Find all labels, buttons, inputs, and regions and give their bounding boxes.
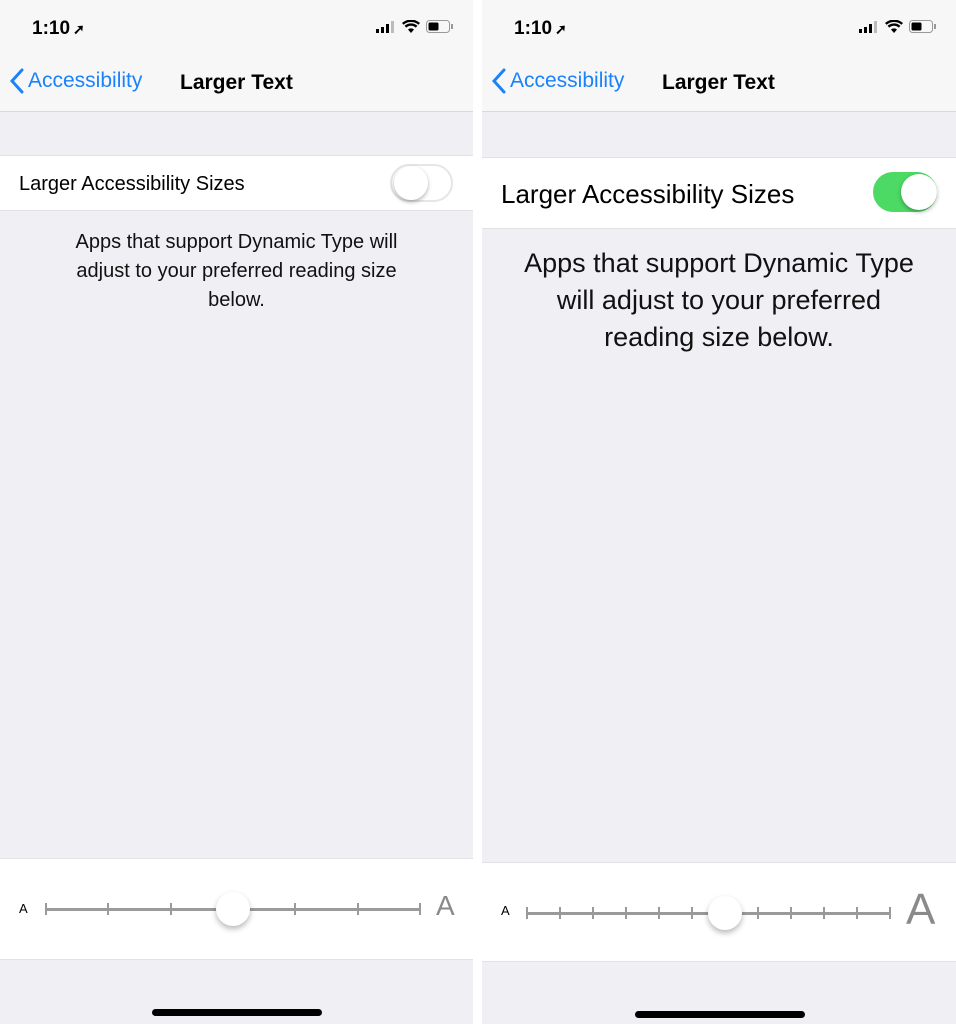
battery-icon <box>426 20 453 33</box>
page-title: Larger Text <box>662 71 775 94</box>
toggle-knob <box>901 174 937 210</box>
slider-tick <box>294 903 297 915</box>
chevron-left-icon <box>492 68 506 94</box>
screen-right: 1:10 ➚ Accessibility Larger Text Larger A… <box>482 0 956 1024</box>
wifi-icon <box>885 20 903 33</box>
back-label: Accessibility <box>510 69 625 92</box>
slider-tick <box>559 907 561 919</box>
battery-icon <box>909 20 936 33</box>
large-text-label: A <box>436 890 455 921</box>
slider-tick <box>592 907 594 919</box>
slider-tick <box>823 907 825 919</box>
slider-tick <box>757 907 759 919</box>
location-arrow-icon: ➚ <box>555 21 567 37</box>
navigation-bar: Accessibility Larger Text <box>482 56 956 112</box>
slider-tick <box>790 907 792 919</box>
large-text-label: A <box>906 885 936 934</box>
slider-tick <box>625 907 627 919</box>
home-indicator <box>635 1011 805 1018</box>
status-bar: 1:10 ➚ <box>482 0 956 56</box>
screen-left: 1:10 ➚ Accessibility Larger Text Larger A… <box>0 0 473 1024</box>
text-size-slider[interactable] <box>45 892 421 926</box>
slider-thumb[interactable] <box>708 896 742 930</box>
slider-tick <box>107 903 110 915</box>
description-text: Apps that support Dynamic Type will adju… <box>75 231 398 311</box>
slider-tick <box>356 903 359 915</box>
slider-tick <box>45 903 47 915</box>
slider-tick <box>419 903 421 915</box>
back-button[interactable]: Accessibility <box>492 68 624 94</box>
toggle-label: Larger Accessibility Sizes <box>19 172 245 195</box>
chevron-left-icon <box>10 68 24 94</box>
description-text: Apps that support Dynamic Type will adju… <box>524 248 914 352</box>
cellular-signal-icon <box>859 20 877 33</box>
home-indicator <box>152 1009 322 1016</box>
slider-tick <box>658 907 660 919</box>
status-bar: 1:10 ➚ <box>0 0 473 56</box>
larger-accessibility-sizes-toggle[interactable] <box>390 164 453 202</box>
cellular-signal-icon <box>376 20 394 33</box>
larger-accessibility-sizes-toggle[interactable] <box>873 172 937 212</box>
back-label: Accessibility <box>28 69 143 92</box>
clock: 1:10 <box>32 18 71 39</box>
slider-tick <box>856 907 858 919</box>
slider-thumb[interactable] <box>216 892 250 926</box>
clock: 1:10 <box>514 18 553 39</box>
slider-tick <box>169 903 172 915</box>
slider-tick <box>526 907 528 919</box>
location-arrow-icon: ➚ <box>73 21 85 37</box>
navigation-bar: Accessibility Larger Text <box>0 56 473 112</box>
page-title: Larger Text <box>180 71 293 94</box>
back-button[interactable]: Accessibility <box>10 68 142 94</box>
small-text-label: A <box>501 903 510 918</box>
slider-tick <box>889 907 891 919</box>
toggle-knob <box>394 166 428 200</box>
wifi-icon <box>402 20 420 33</box>
slider-tick <box>691 907 693 919</box>
toggle-label: Larger Accessibility Sizes <box>501 179 795 210</box>
small-text-label: A <box>19 901 28 916</box>
text-size-slider[interactable] <box>526 896 891 930</box>
